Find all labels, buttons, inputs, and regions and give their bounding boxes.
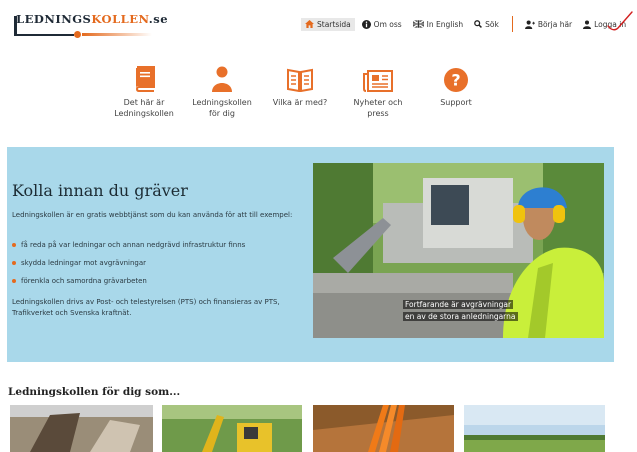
nav-divider — [511, 16, 513, 32]
nav-nyheter-label: Nyheter och press — [353, 98, 403, 118]
nav-support[interactable]: ? Support — [417, 60, 495, 130]
nav-in-english-label: In English — [426, 19, 464, 29]
question-icon: ? — [444, 68, 468, 92]
home-icon — [305, 20, 314, 28]
thumbnail-machine[interactable] — [162, 405, 305, 452]
hero-caption-line2: en av de stora anledningarna — [403, 312, 518, 321]
logo-sweep — [82, 33, 152, 36]
nav-nyheter[interactable]: Nyheter och press — [339, 60, 417, 130]
thumbnail-excavation[interactable] — [10, 405, 153, 452]
nav-sok-label: Sök — [485, 19, 499, 29]
add-user-icon — [524, 19, 535, 29]
thumbnail-pipes[interactable] — [313, 405, 456, 452]
hero-photo-caption: Fortfarande är avgrävningar en av de sto… — [403, 299, 518, 323]
annotation-mark — [607, 11, 633, 31]
nav-vilka-ar-med-label: Vilka är med? — [272, 98, 328, 107]
yellow-excavator-image — [162, 405, 302, 452]
hero-funding-text: Ledningskollen drivs av Post- och telest… — [12, 298, 280, 317]
hero-caption-line1: Fortfarande är avgrävningar — [403, 300, 514, 309]
nav-for-dig-label: Ledningskollen för dig — [192, 98, 252, 118]
nav-vilka-ar-med[interactable]: Vilka är med? — [261, 60, 339, 130]
main-icon-navigation: Det här är Ledningskollen Ledningskollen… — [105, 60, 495, 130]
hero-intro: Ledningskollen är en gratis webbtjänst s… — [12, 211, 293, 219]
book-icon — [135, 66, 155, 92]
logo-wordmark: LEDNINGSKOLLEN.se — [16, 12, 169, 26]
nav-for-dig[interactable]: Ledningskollen för dig — [183, 60, 261, 130]
hero-title: Kolla innan du gräver — [12, 181, 188, 200]
nav-startsida[interactable]: Startsida — [301, 17, 355, 31]
nav-in-english[interactable]: In English — [409, 18, 467, 31]
uk-flag-icon — [412, 20, 424, 28]
logo-dot — [74, 31, 81, 38]
top-navigation: Startsida Om oss In English Sök Börja hä… — [301, 16, 633, 32]
hero-bullet: förenkla och samordna grävarbeten — [12, 276, 245, 294]
logo-line — [14, 34, 74, 36]
nav-borja-har-label: Börja här — [537, 19, 573, 29]
audience-section-title: Ledningskollen för dig som... — [8, 385, 181, 398]
search-icon — [474, 20, 483, 28]
hero-bullet-list: få reda på var ledningar och annan nedgr… — [12, 240, 245, 294]
site-logo[interactable]: LEDNINGSKOLLEN.se — [12, 10, 168, 44]
thumbnail-field[interactable] — [464, 405, 607, 452]
person-icon — [212, 66, 232, 92]
nav-borja-har[interactable]: Börja här — [521, 18, 576, 31]
nav-om-oss[interactable]: Om oss — [358, 18, 406, 31]
landscape-field-image — [464, 405, 605, 452]
hero-bullet: skydda ledningar mot avgrävningar — [12, 258, 245, 276]
open-book-icon — [287, 68, 313, 92]
newspaper-icon — [363, 70, 393, 92]
info-icon — [361, 19, 371, 29]
excavation-bucket-image — [10, 405, 153, 452]
nav-sok[interactable]: Sök — [470, 18, 503, 31]
user-icon — [583, 20, 592, 29]
orange-pipes-image — [313, 405, 454, 452]
nav-det-har-ar-label: Det här är Ledningskollen — [114, 98, 174, 118]
nav-om-oss-label: Om oss — [373, 19, 402, 29]
nav-det-har-ar[interactable]: Det här är Ledningskollen — [105, 60, 183, 130]
nav-support-label: Support — [440, 98, 472, 107]
hero-photo: Fortfarande är avgrävningar en av de sto… — [313, 163, 604, 338]
hero-section: Kolla innan du gräver Ledningskollen är … — [7, 147, 614, 362]
svg-text:?: ? — [451, 71, 460, 90]
hero-bullet: få reda på var ledningar och annan nedgr… — [12, 240, 245, 258]
nav-startsida-label: Startsida — [317, 19, 351, 29]
